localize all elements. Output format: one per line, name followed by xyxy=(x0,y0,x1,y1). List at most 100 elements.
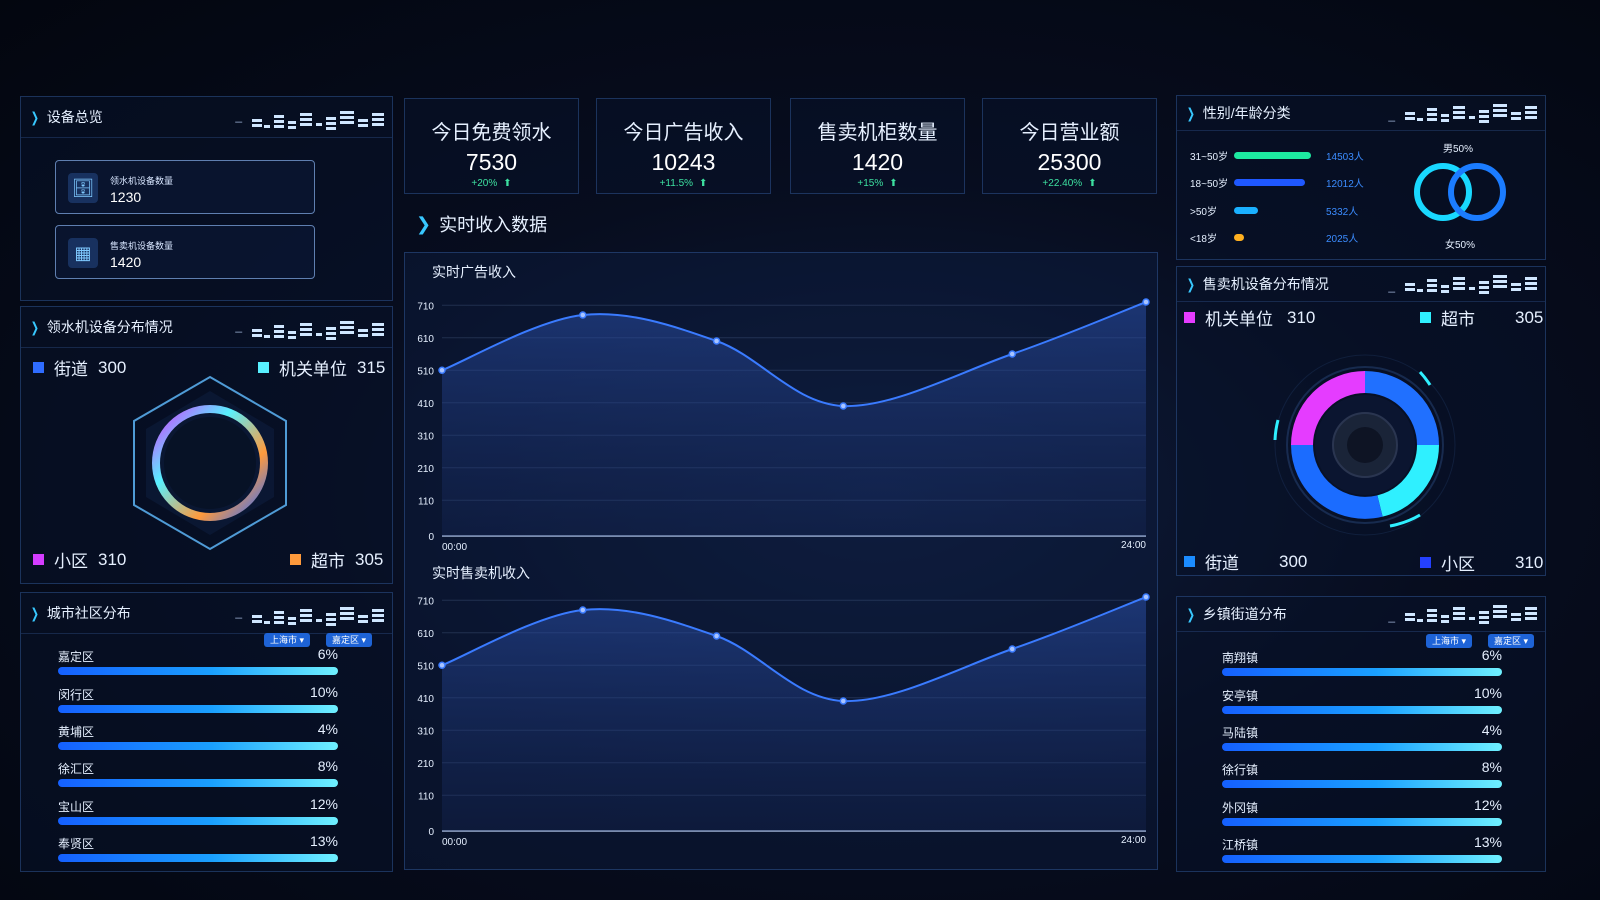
age-bar xyxy=(1234,207,1258,214)
realtime-section-title: ❯ 实时收入数据 xyxy=(416,213,548,236)
y-tick-label: 310 xyxy=(417,726,434,737)
row-pct: 6% xyxy=(1481,647,1502,663)
card-label: 领水机设备数量 xyxy=(110,176,174,186)
age-bar xyxy=(1234,234,1244,241)
row-pct: 12% xyxy=(309,796,338,812)
y-tick-label: 510 xyxy=(417,661,434,672)
age-label: 31~50岁 xyxy=(1190,152,1229,163)
age-bar xyxy=(1234,179,1305,186)
kpi-delta: +20% ⬆ xyxy=(471,178,512,189)
series-area xyxy=(442,302,1146,536)
city-select[interactable]: 上海市 ▾ xyxy=(264,633,311,647)
y-tick-label: 610 xyxy=(417,334,434,345)
water-device-card[interactable]: 🗄 领水机设备数量 1230 xyxy=(55,160,315,214)
outer-arc xyxy=(1273,419,1280,441)
data-point[interactable] xyxy=(438,366,446,374)
header-decoration xyxy=(252,321,384,340)
list-item: 徐行镇 8% xyxy=(1222,759,1502,797)
legend-value: 300 xyxy=(1279,551,1308,571)
x-tick-label: 24:00 xyxy=(1121,540,1146,551)
data-point[interactable] xyxy=(712,632,721,640)
row-pct: 13% xyxy=(309,833,338,849)
legend-swatch xyxy=(290,554,301,565)
minimize-button[interactable]: _ xyxy=(1388,108,1395,122)
panel-title: 乡镇街道分布 xyxy=(1202,606,1287,622)
age-row: 31~50岁 14503人 xyxy=(1190,148,1370,164)
legend-swatch xyxy=(33,362,44,373)
header-decoration xyxy=(1405,275,1537,294)
row-pct: 13% xyxy=(1473,834,1502,850)
male-label: 男50% xyxy=(1443,144,1474,155)
data-point[interactable] xyxy=(839,697,848,705)
arrow-up-icon: ⬆ xyxy=(1088,178,1097,189)
series-area xyxy=(442,597,1146,831)
panel-title: 领水机设备分布情况 xyxy=(46,319,173,335)
kpi-title: 今日广告收入 xyxy=(623,122,744,144)
data-point[interactable] xyxy=(839,402,848,410)
y-tick-label: 110 xyxy=(418,791,434,802)
kpi-free-water: 今日免费领水 7530 +20% ⬆ xyxy=(404,98,579,194)
minimize-button[interactable]: _ xyxy=(1388,279,1395,293)
row-pct: 8% xyxy=(317,758,338,774)
y-tick-label: 710 xyxy=(417,596,434,607)
row-label: 嘉定区 xyxy=(58,650,95,664)
header-decoration xyxy=(1405,104,1537,123)
data-point[interactable] xyxy=(438,661,446,669)
row-pct: 10% xyxy=(1473,685,1502,701)
x-tick-label: 24:00 xyxy=(1121,835,1146,846)
vending-device-card[interactable]: ▦ 售卖机设备数量 1420 xyxy=(55,225,315,279)
list-item: 黄埔区 4% xyxy=(58,721,338,759)
kpi-value: 25300 xyxy=(1037,149,1102,175)
legend-value: 310 xyxy=(98,549,127,569)
legend-value: 310 xyxy=(1515,552,1544,572)
legend-label: 小区 xyxy=(54,552,88,571)
kpi-title: 今日免费领水 xyxy=(431,122,552,144)
progress-bar xyxy=(58,779,338,787)
legend-label: 机关单位 xyxy=(1205,310,1273,329)
row-label: 安亭镇 xyxy=(1222,689,1259,703)
data-point[interactable] xyxy=(712,337,721,345)
minimize-button[interactable]: _ xyxy=(235,605,242,619)
water-dispenser-icon: 🗄 xyxy=(68,173,98,203)
city-select[interactable]: 上海市 ▾ xyxy=(1426,634,1473,648)
card-value: 1230 xyxy=(110,189,142,205)
header-decoration xyxy=(1405,605,1537,624)
progress-bar xyxy=(1222,668,1502,676)
card-value: 1420 xyxy=(110,254,142,270)
minimize-button[interactable]: _ xyxy=(1388,609,1395,623)
list-item: 马陆镇 4% xyxy=(1222,722,1502,760)
progress-bar xyxy=(1222,706,1502,714)
chevron-right-icon: ❯ xyxy=(30,318,39,335)
panel-title: 设备总览 xyxy=(46,109,103,125)
legend-label: 小区 xyxy=(1441,555,1475,574)
panel-title: 售卖机设备分布情况 xyxy=(1202,276,1329,292)
vending-income-line-chart: 0 110 210 310 410 510 610 710 00:00 24:00 xyxy=(417,593,1150,848)
progress-bar xyxy=(1222,818,1502,826)
row-label: 黄埔区 xyxy=(58,725,95,739)
y-tick-label: 710 xyxy=(417,301,434,312)
outer-arc xyxy=(1418,370,1432,386)
row-pct: 6% xyxy=(317,646,338,662)
age-row: >50岁 5332人 xyxy=(1190,203,1370,219)
legend-label: 街道 xyxy=(1205,554,1239,573)
data-point[interactable] xyxy=(1142,298,1150,306)
district-select[interactable]: 嘉定区 ▾ xyxy=(326,633,373,647)
minimize-button[interactable]: _ xyxy=(235,319,242,333)
chevron-right-icon: ❯ xyxy=(1186,275,1195,292)
data-point[interactable] xyxy=(579,606,587,614)
age-value: 2025人 xyxy=(1326,234,1359,245)
ad-income-line-chart: 0 110 210 310 410 510 610 710 00:00 24:00 xyxy=(417,298,1150,553)
minimize-button[interactable]: _ xyxy=(235,109,242,123)
panel-header: ❯ 城市社区分布 _ xyxy=(21,593,392,634)
district-select[interactable]: 嘉定区 ▾ xyxy=(1488,634,1535,648)
y-tick-label: 210 xyxy=(417,759,434,770)
progress-bar xyxy=(58,705,338,713)
row-label: 徐汇区 xyxy=(58,762,95,776)
legend-swatch xyxy=(33,554,44,565)
data-point[interactable] xyxy=(579,311,587,319)
data-point[interactable] xyxy=(1008,350,1016,358)
data-point[interactable] xyxy=(1008,645,1016,653)
data-point[interactable] xyxy=(1142,593,1150,601)
kpi-title: 今日营业额 xyxy=(1019,122,1120,144)
panel-header: ❯ 售卖机设备分布情况 _ xyxy=(1177,267,1545,302)
